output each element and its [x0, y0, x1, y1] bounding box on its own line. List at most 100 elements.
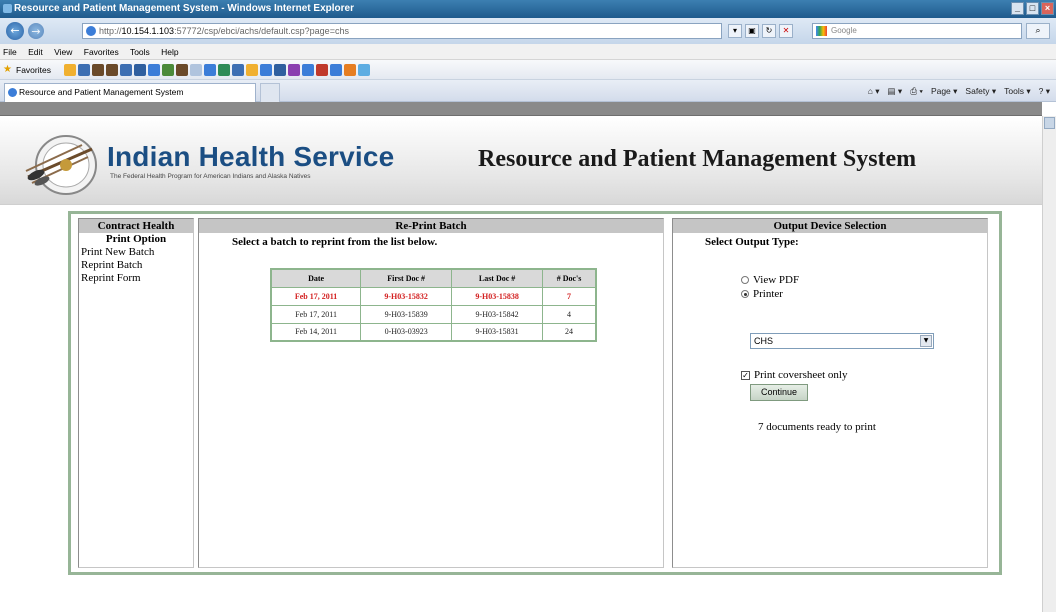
chevron-down-icon[interactable]: ▼	[920, 335, 932, 347]
output-device-value: CHS	[754, 336, 774, 346]
favorite-link-icon[interactable]	[302, 64, 314, 76]
new-tab-button[interactable]	[260, 83, 280, 102]
radio-view-pdf[interactable]: View PDF	[741, 274, 799, 286]
output-type-label: Select Output Type:	[705, 236, 799, 248]
menu-view[interactable]: View	[54, 47, 72, 57]
home-icon[interactable]: ⌂ ▾	[868, 83, 880, 99]
menu-file[interactable]: File	[3, 47, 17, 57]
continue-button[interactable]: Continue	[750, 384, 808, 401]
ie-page-icon	[86, 26, 96, 36]
compat-view-icon[interactable]: ▣	[745, 24, 759, 38]
favorite-link-icon[interactable]	[232, 64, 244, 76]
output-device-select[interactable]: CHS ▼	[750, 333, 934, 349]
tools-menu[interactable]: Tools ▾	[1004, 83, 1030, 99]
cell-doc-count: 7	[542, 286, 597, 306]
coversheet-option[interactable]: ✓ Print coversheet only	[741, 369, 847, 381]
batch-table: Date First Doc # Last Doc # # Doc's Feb …	[270, 268, 597, 342]
radio-view-pdf-label: View PDF	[753, 274, 800, 286]
ihs-title: Indian Health Service	[107, 141, 395, 172]
favorite-link-icon[interactable]	[92, 64, 104, 76]
stop-icon[interactable]: ✕	[779, 24, 793, 38]
menu-help[interactable]: Help	[161, 47, 178, 57]
minimize-button[interactable]: _	[1011, 2, 1024, 15]
scrollbar-up-arrow[interactable]	[1044, 117, 1055, 129]
menu-print-new-batch[interactable]: Print New Batch	[81, 246, 193, 259]
favorite-link-icon[interactable]	[218, 64, 230, 76]
safety-menu[interactable]: Safety ▾	[965, 83, 996, 99]
menu-bar: File Edit View Favorites Tools Help	[0, 44, 1056, 60]
favorite-link-icon[interactable]	[190, 64, 202, 76]
radio-printer[interactable]: Printer	[741, 288, 783, 300]
refresh-icon[interactable]: ↻	[762, 24, 776, 38]
search-icon[interactable]: ⌕	[1026, 23, 1050, 39]
cell-first-doc: 9-H03-15832	[360, 286, 453, 306]
cell-first-doc: 9-H03-15839	[360, 304, 453, 324]
favorite-link-icon[interactable]	[274, 64, 286, 76]
col-last-doc: Last Doc #	[451, 268, 544, 288]
menu-reprint-form[interactable]: Reprint Form	[81, 272, 193, 285]
url-path: :57772/csp/ebci/achs/default.csp?page=ch…	[174, 26, 349, 36]
dropdown-icon[interactable]: ▾	[728, 24, 742, 38]
favorites-button[interactable]: Favorites	[16, 65, 51, 75]
favorites-bar: ★ Favorites	[0, 60, 1056, 80]
forward-arrow-icon[interactable]: →	[28, 23, 44, 39]
favorite-link-icon[interactable]	[246, 64, 258, 76]
page-menu[interactable]: Page ▾	[931, 83, 957, 99]
menu-tools[interactable]: Tools	[130, 47, 150, 57]
menu-edit[interactable]: Edit	[28, 47, 43, 57]
url-prefix: http://	[99, 26, 122, 36]
col-doc-count: # Doc's	[542, 268, 597, 288]
close-button[interactable]: ×	[1041, 2, 1054, 15]
tab-title: Resource and Patient Management System	[19, 87, 184, 97]
window-controls: _ □ ×	[1011, 2, 1054, 15]
favorite-link-icon[interactable]	[162, 64, 174, 76]
coversheet-label: Print coversheet only	[754, 369, 848, 381]
google-icon	[816, 26, 827, 36]
tab-rpms[interactable]: Resource and Patient Management System	[4, 83, 256, 102]
radio-view-pdf-input[interactable]	[741, 276, 749, 284]
radio-printer-input[interactable]	[741, 290, 749, 298]
print-icon[interactable]: ⎙ ▾	[910, 83, 923, 99]
favorite-link-icon[interactable]	[344, 64, 356, 76]
vertical-scrollbar[interactable]	[1042, 116, 1056, 612]
url-input[interactable]: http://10.154.1.103:57772/csp/ebci/achs/…	[82, 23, 722, 39]
table-row[interactable]: Feb 14, 2011 0-H03-03923 9-H03-15831 24	[270, 322, 597, 342]
favorite-link-icon[interactable]	[106, 64, 118, 76]
help-icon[interactable]: ? ▾	[1039, 83, 1050, 99]
search-placeholder: Google	[831, 26, 857, 35]
table-row[interactable]: Feb 17, 2011 9-H03-15832 9-H03-15838 7	[270, 286, 597, 306]
page-top-strip	[0, 102, 1042, 116]
print-option-subheading: Print Option	[105, 233, 167, 245]
cell-last-doc: 9-H03-15838	[451, 286, 544, 306]
cell-date: Feb 17, 2011	[270, 286, 362, 306]
favorite-link-icon[interactable]	[204, 64, 216, 76]
cell-last-doc: 9-H03-15842	[451, 304, 544, 324]
coversheet-checkbox[interactable]: ✓	[741, 370, 750, 380]
favorite-link-icon[interactable]	[64, 64, 76, 76]
menu-reprint-batch[interactable]: Reprint Batch	[81, 259, 193, 272]
window-titlebar: Resource and Patient Management System -…	[0, 0, 1056, 18]
favorites-star-icon: ★	[3, 64, 12, 75]
favorite-link-icon[interactable]	[288, 64, 300, 76]
search-input[interactable]: Google	[812, 23, 1022, 39]
ready-status: 7 documents ready to print	[758, 421, 876, 433]
print-option-panel: Contract Health Print Option Print New B…	[78, 218, 194, 568]
feeds-icon[interactable]: ▤ ▾	[888, 83, 903, 99]
maximize-button[interactable]: □	[1026, 2, 1039, 15]
favorite-link-icon[interactable]	[358, 64, 370, 76]
output-device-panel: Output Device Selection Select Output Ty…	[672, 218, 988, 568]
menu-favorites[interactable]: Favorites	[84, 47, 119, 57]
favorite-link-icon[interactable]	[316, 64, 328, 76]
back-arrow-icon[interactable]: ←	[6, 22, 24, 40]
favorite-link-icon[interactable]	[176, 64, 188, 76]
favorite-link-icon[interactable]	[260, 64, 272, 76]
cell-doc-count: 24	[542, 322, 597, 342]
favorite-link-icon[interactable]	[78, 64, 90, 76]
print-option-menu: Print New Batch Reprint Batch Reprint Fo…	[79, 246, 193, 285]
favorite-link-icon[interactable]	[120, 64, 132, 76]
favorite-link-icon[interactable]	[134, 64, 146, 76]
table-row[interactable]: Feb 17, 2011 9-H03-15839 9-H03-15842 4	[270, 304, 597, 324]
favorite-link-icon[interactable]	[330, 64, 342, 76]
favorite-link-icon[interactable]	[148, 64, 160, 76]
col-date: Date	[270, 268, 362, 288]
